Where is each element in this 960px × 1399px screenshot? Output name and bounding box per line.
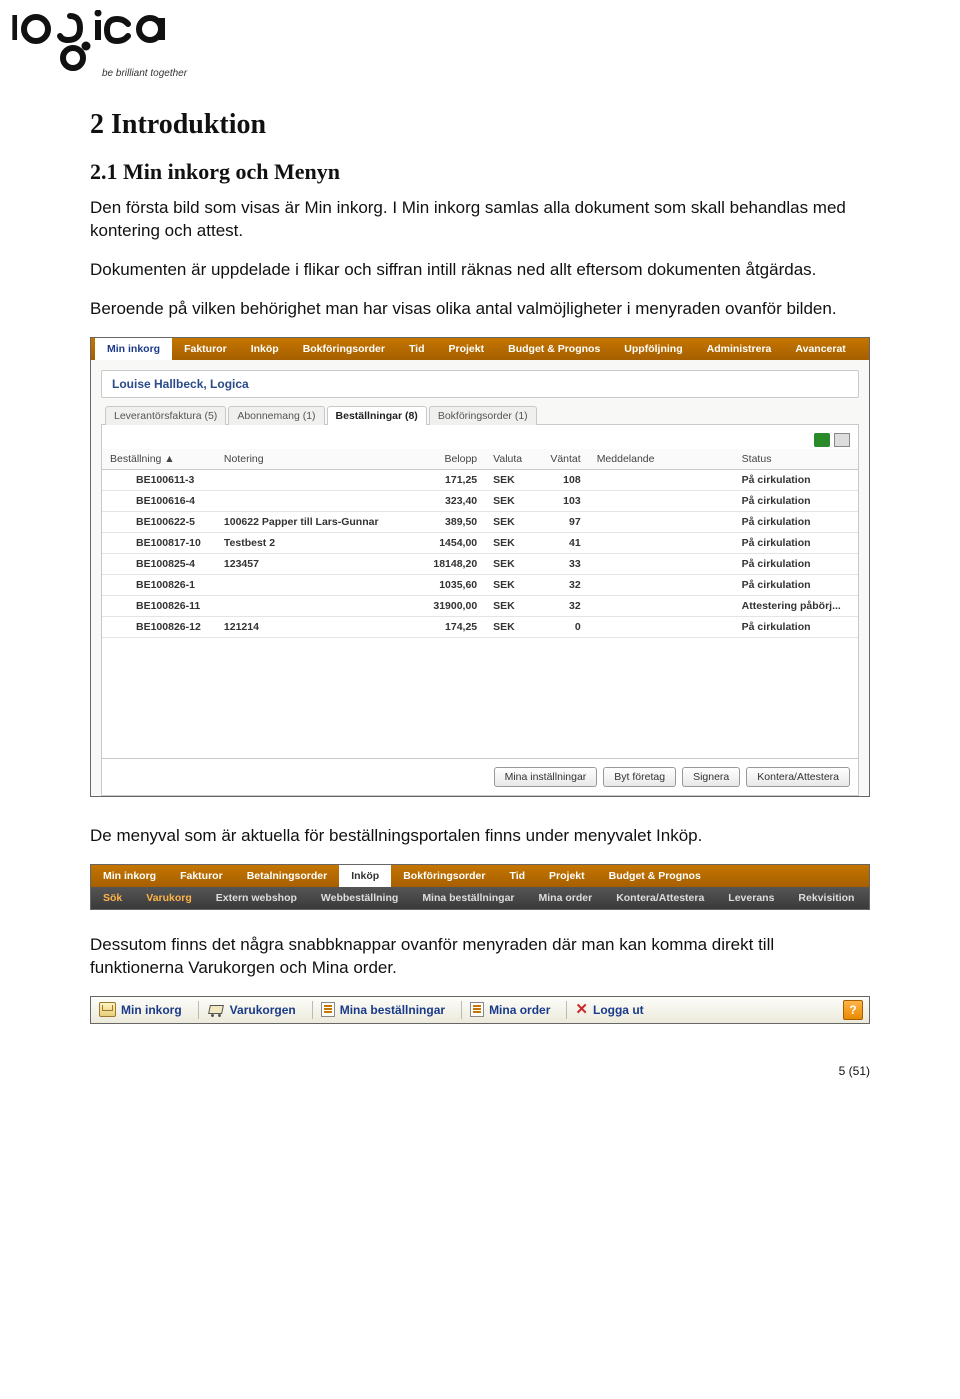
paragraph: Beroende på vilken behörighet man har vi… [90,298,870,321]
menu-item[interactable]: Bokföringsorder [391,865,497,887]
menu-item[interactable]: Fakturor [172,338,239,360]
submenu-item[interactable]: Leverans [716,887,786,909]
heading-1: 2 Introduktion [90,109,870,141]
table-row[interactable]: BE100826-1131900,00SEK32Attestering påbö… [102,595,858,616]
menu-item[interactable]: Fakturor [168,865,235,887]
menu-item[interactable]: Projekt [537,865,597,887]
tab[interactable]: Beställningar (8) [327,406,427,425]
submenu-item[interactable]: Mina order [527,887,605,909]
quickbar-min-inkorg[interactable]: Min inkorg [97,1002,192,1017]
menu-item[interactable]: Projekt [437,338,497,360]
tab[interactable]: Abonnemang (1) [228,406,324,425]
action-button[interactable]: Signera [682,767,740,787]
screenshot-quickbar: Min inkorg Varukorgen Mina beställningar Mi… [90,996,870,1024]
menu-item[interactable]: Avancerat [783,338,857,360]
col-header[interactable]: Väntat [537,449,589,470]
screenshot-main: Min inkorgFakturorInköpBokföringsorderTi… [90,337,870,797]
main-menu: Min inkorgFakturorInköpBokföringsorderTi… [91,338,869,360]
quickbar-label: Mina beställningar [340,1003,445,1017]
paragraph: Dokumenten är uppdelade i flikar och sif… [90,259,870,282]
cart-icon [207,1003,225,1017]
print-icon[interactable] [834,433,850,447]
table-row[interactable]: BE100826-11035,60SEK32På cirkulation [102,574,858,595]
tab[interactable]: Bokföringsorder (1) [429,406,537,425]
paragraph: Dessutom finns det några snabbknappar ov… [90,934,870,980]
col-header[interactable]: Valuta [485,449,537,470]
col-header[interactable]: Status [734,449,858,470]
user-box: Louise Hallbeck, Logica [101,370,859,398]
menu-item[interactable]: Budget & Prognos [496,338,612,360]
menu-item[interactable]: Inköp [339,865,391,887]
action-button[interactable]: Kontera/Attestera [746,767,850,787]
quickbar-mina-beställningar[interactable]: Mina beställningar [319,1002,455,1017]
menu-item[interactable]: Bokföringsorder [291,338,397,360]
menu-item[interactable]: Administrera [695,338,784,360]
export-icon[interactable] [814,433,830,447]
heading-2: 2.1 Min inkorg och Menyn [90,159,870,185]
submenu-item[interactable]: Sök [91,887,134,909]
submenu-item[interactable]: Rekvisition [786,887,866,909]
quickbar-varukorgen[interactable]: Varukorgen [205,1003,306,1017]
mail-icon [99,1002,116,1017]
submenu-item[interactable]: Mina beställningar [410,887,526,909]
menu-item[interactable]: Inköp [239,338,291,360]
document-icon [321,1002,335,1017]
quickbar-label: Varukorgen [230,1003,296,1017]
quickbar-mina-order[interactable]: Mina order [468,1002,560,1017]
menu-item[interactable]: Min inkorg [91,865,168,887]
tabs: Leverantörsfaktura (5)Abonnemang (1)Best… [105,406,859,425]
menu-item[interactable]: Min inkorg [95,338,172,360]
logica-logo: l [10,10,190,72]
table-row[interactable]: BE100825-412345718148,20SEK33På cirkulat… [102,553,858,574]
action-bar: Mina inställningarByt företag Signera Kont… [102,758,858,795]
menu-item[interactable]: Budget & Prognos [597,865,713,887]
quickbar-logga-ut[interactable]: ✕ Logga ut [573,1002,653,1017]
menu-item[interactable]: Tid [497,865,537,887]
col-header[interactable]: Belopp [413,449,485,470]
table-row[interactable]: BE100616-4323,40SEK103På cirkulation [102,490,858,511]
table-row[interactable]: BE100611-3171,25SEK108På cirkulation [102,469,858,490]
submenu-item[interactable]: Varukorg [134,887,204,909]
table-row[interactable]: BE100826-12121214174,25SEK0På cirkulatio… [102,616,858,637]
document-icon [470,1002,484,1017]
menu-item[interactable]: Tid [397,338,437,360]
close-icon: ✕ [575,1002,588,1017]
tab[interactable]: Leverantörsfaktura (5) [105,406,226,425]
submenu-item[interactable]: Webbeställning [309,887,410,909]
screenshot-menus: Min inkorgFakturorBetalningsorderInköpBo… [90,864,870,910]
menu-item[interactable]: Betalningsorder [235,865,340,887]
listing: Beställning ▲NoteringBeloppValutaVäntatM… [101,424,859,796]
help-button[interactable]: ? [843,1000,863,1020]
table-row[interactable]: BE100817-10Testbest 21454,00SEK41På cirk… [102,532,858,553]
action-button[interactable]: Mina inställningar [494,767,598,787]
table-row[interactable]: BE100622-5100622 Papper till Lars-Gunnar… [102,511,858,532]
paragraph: De menyval som är aktuella för beställni… [90,825,870,848]
svg-text:l: l [10,10,19,48]
col-header[interactable]: Meddelande [589,449,734,470]
menu-item[interactable]: Uppföljning [612,338,694,360]
logo-tagline: be brilliant together [102,68,960,79]
quickbar-label: Min inkorg [121,1003,182,1017]
quickbar-label: Mina order [489,1003,550,1017]
submenu-item[interactable]: Kontera/Attestera [604,887,716,909]
col-header[interactable]: Beställning ▲ [102,449,216,470]
page-number: 5 (51) [90,1064,870,1078]
submenu-item[interactable]: Extern webshop [204,887,309,909]
quickbar-label: Logga ut [593,1003,644,1017]
col-header[interactable]: Notering [216,449,413,470]
paragraph: Den första bild som visas är Min inkorg.… [90,197,870,243]
orders-table: Beställning ▲NoteringBeloppValutaVäntatM… [102,449,858,638]
action-button[interactable]: Byt företag [603,767,676,787]
logo: l be brilliant together [0,0,960,79]
